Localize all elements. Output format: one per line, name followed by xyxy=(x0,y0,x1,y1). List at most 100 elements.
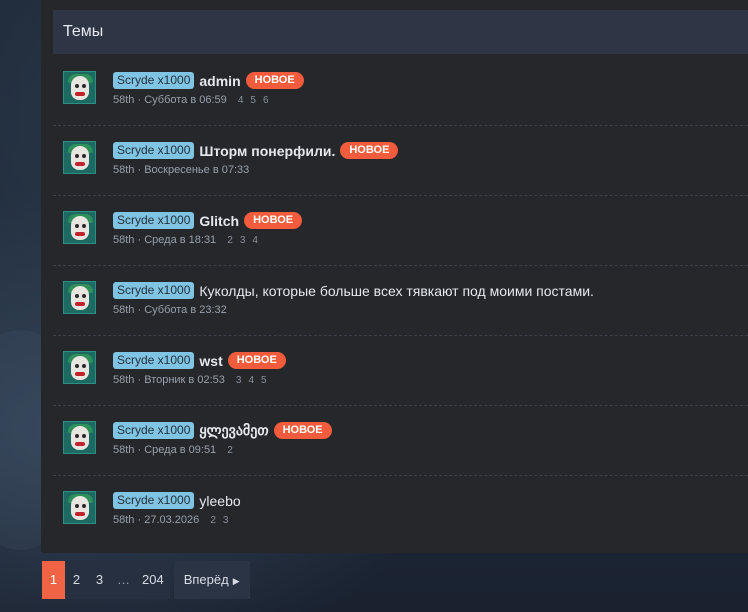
thread-row[interactable]: Scryde x1000 yleebo 58th · 27.03.2026 23 xyxy=(53,476,748,546)
thread-page-link[interactable]: 4 xyxy=(238,95,244,106)
page-link[interactable]: 1 xyxy=(42,561,65,599)
page-link[interactable]: 3 xyxy=(88,561,111,599)
avatar-mouth xyxy=(75,512,85,516)
thread-title-link[interactable]: wst xyxy=(199,353,222,369)
avatar-eye xyxy=(75,224,79,228)
thread-meta: 58th · Суббота в 23:32 xyxy=(113,304,235,316)
avatar-eye xyxy=(82,504,86,508)
page-ellipsis[interactable]: … xyxy=(111,561,136,599)
avatar[interactable] xyxy=(63,351,96,384)
thread-prefix[interactable]: Scryde x1000 xyxy=(113,282,195,299)
thread-row[interactable]: Scryde x1000 Glitch НОВОЕ 58th · Среда в… xyxy=(53,196,748,266)
avatar[interactable] xyxy=(63,421,96,454)
thread-page-link[interactable]: 3 xyxy=(240,235,246,246)
thread-prefix[interactable]: Scryde x1000 xyxy=(113,72,195,89)
thread-prefix[interactable]: Scryde x1000 xyxy=(113,142,195,159)
thread-time[interactable]: Вторник в 02:53 xyxy=(144,374,225,386)
thread-row[interactable]: Scryde x1000 admin НОВОЕ 58th · Суббота … xyxy=(53,56,748,126)
thread-title-line: Scryde x1000 yleebo xyxy=(113,492,246,509)
avatar-eye xyxy=(82,84,86,88)
thread-title-link[interactable]: Куколды, которые больше всех тявкают под… xyxy=(199,283,594,299)
avatar-face xyxy=(71,216,89,240)
avatar-mouth xyxy=(75,302,85,306)
thread-page-link[interactable]: 2 xyxy=(227,235,233,246)
avatar-face xyxy=(71,76,89,100)
thread-page-link[interactable]: 4 xyxy=(248,375,254,386)
thread-author[interactable]: 58th xyxy=(113,374,134,386)
thread-page-link[interactable]: 4 xyxy=(252,235,258,246)
avatar-mouth xyxy=(75,442,85,446)
thread-time[interactable]: Среда в 18:31 xyxy=(144,234,216,246)
thread-time[interactable]: Среда в 09:51 xyxy=(144,444,216,456)
avatar-mouth xyxy=(75,162,85,166)
thread-author[interactable]: 58th xyxy=(113,444,134,456)
thread-prefix[interactable]: Scryde x1000 xyxy=(113,352,195,369)
avatar[interactable] xyxy=(63,141,96,174)
thread-prefix[interactable]: Scryde x1000 xyxy=(113,212,195,229)
avatar-mouth xyxy=(75,372,85,376)
panel-header: Темы xyxy=(53,10,748,54)
avatar-eye xyxy=(82,434,86,438)
thread-meta: 58th · Воскресенье в 07:33 xyxy=(113,164,257,176)
avatar-eye xyxy=(82,294,86,298)
avatar-eye xyxy=(75,504,79,508)
avatar-eye xyxy=(75,294,79,298)
thread-row[interactable]: Scryde x1000 ყლევამეთ НОВОЕ 58th · Среда… xyxy=(53,406,748,476)
new-badge: НОВОЕ xyxy=(244,212,303,229)
thread-author[interactable]: 58th xyxy=(113,234,134,246)
page-link-last[interactable]: 204 xyxy=(136,561,170,599)
thread-page-link[interactable]: 6 xyxy=(263,95,269,106)
new-badge: НОВОЕ xyxy=(245,72,304,89)
next-page-button[interactable]: Вперёд ▶ xyxy=(173,561,250,599)
avatar[interactable] xyxy=(63,211,96,244)
thread-title-link[interactable]: yleebo xyxy=(199,493,240,509)
thread-author[interactable]: 58th xyxy=(113,514,134,526)
thread-author[interactable]: 58th xyxy=(113,94,134,106)
thread-prefix[interactable]: Scryde x1000 xyxy=(113,422,195,439)
avatar-eye xyxy=(75,434,79,438)
thread-time[interactable]: Суббота в 23:32 xyxy=(144,304,227,316)
thread-pages: 234 xyxy=(227,235,265,246)
pagination: 1 2 3… 204 Вперёд ▶ xyxy=(42,561,250,599)
avatar-face xyxy=(71,426,89,450)
thread-author[interactable]: 58th xyxy=(113,164,134,176)
avatar[interactable] xyxy=(63,491,96,524)
avatar[interactable] xyxy=(63,71,96,104)
thread-title-link[interactable]: Glitch xyxy=(199,213,239,229)
thread-pages: 345 xyxy=(236,375,274,386)
thread-title-line: Scryde x1000 Glitch НОВОЕ xyxy=(113,212,303,229)
thread-pages: 2 xyxy=(227,445,240,456)
thread-row[interactable]: Scryde x1000 Куколды, которые больше все… xyxy=(53,266,748,336)
avatar-eye xyxy=(75,154,79,158)
new-badge: НОВОЕ xyxy=(227,352,286,369)
thread-page-link[interactable]: 2 xyxy=(227,445,233,456)
avatar-eye xyxy=(82,224,86,228)
thread-time[interactable]: Воскресенье в 07:33 xyxy=(144,164,249,176)
avatar[interactable] xyxy=(63,281,96,314)
thread-row[interactable]: Scryde x1000 wst НОВОЕ 58th · Вторник в … xyxy=(53,336,748,406)
thread-title-line: Scryde x1000 ყლევამეთ НОВОЕ xyxy=(113,422,332,439)
thread-page-link[interactable]: 5 xyxy=(250,95,256,106)
avatar-eye xyxy=(75,364,79,368)
threads-panel: Темы Scryde x1000 admin НОВОЕ 58th · Суб… xyxy=(41,0,748,553)
thread-title-line: Scryde x1000 wst НОВОЕ xyxy=(113,352,286,369)
thread-page-link[interactable]: 2 xyxy=(210,515,216,526)
thread-row[interactable]: Scryde x1000 Шторм понерфили. НОВОЕ 58th… xyxy=(53,126,748,196)
thread-meta: 58th · Среда в 18:31 234 xyxy=(113,234,265,246)
thread-page-link[interactable]: 3 xyxy=(236,375,242,386)
thread-list: Scryde x1000 admin НОВОЕ 58th · Суббота … xyxy=(41,56,748,546)
avatar-eye xyxy=(82,364,86,368)
thread-title-link[interactable]: admin xyxy=(199,73,240,89)
thread-page-link[interactable]: 5 xyxy=(261,375,267,386)
thread-title-link[interactable]: Шторм понерфили. xyxy=(199,143,335,159)
thread-prefix[interactable]: Scryde x1000 xyxy=(113,492,195,509)
avatar-face xyxy=(71,146,89,170)
thread-time[interactable]: Суббота в 06:59 xyxy=(144,94,227,106)
page-link[interactable]: 2 xyxy=(65,561,88,599)
thread-time[interactable]: 27.03.2026 xyxy=(144,514,199,526)
thread-pages: 456 xyxy=(238,95,276,106)
thread-author[interactable]: 58th xyxy=(113,304,134,316)
thread-meta: 58th · Суббота в 06:59 456 xyxy=(113,94,276,106)
thread-title-link[interactable]: ყლევამეთ xyxy=(199,422,268,439)
thread-page-link[interactable]: 3 xyxy=(223,515,229,526)
